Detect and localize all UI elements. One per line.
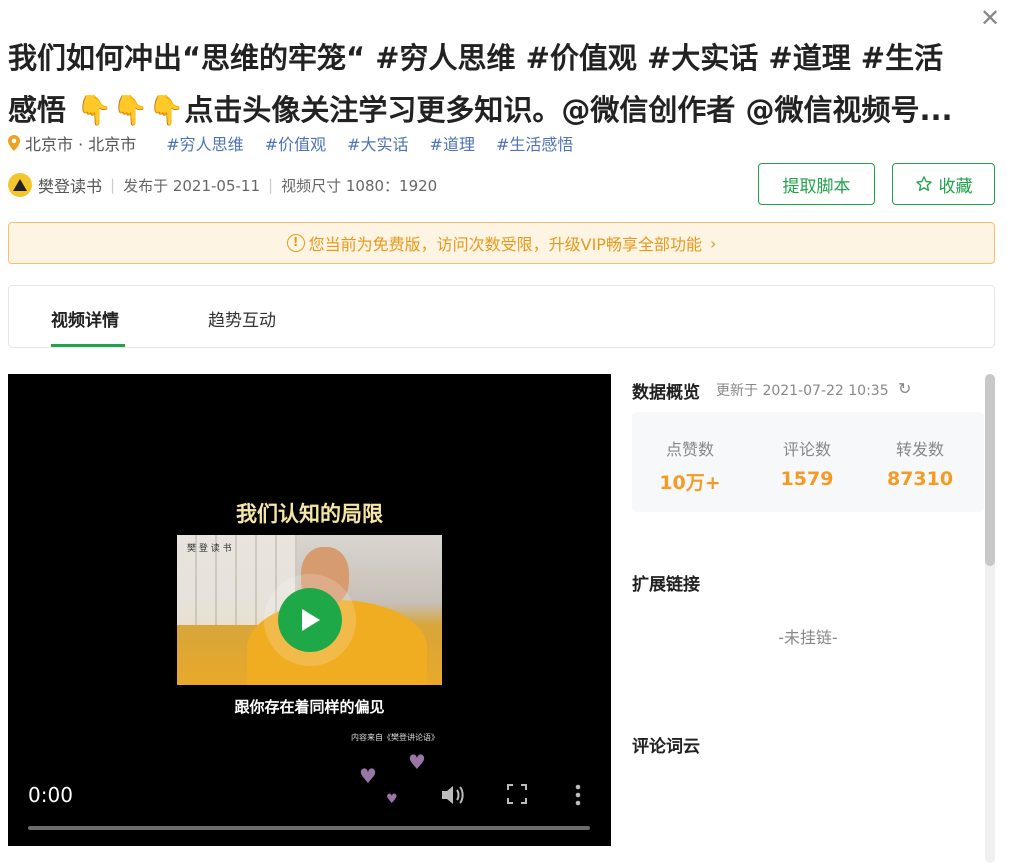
author-name[interactable]: 樊登读书	[38, 173, 102, 197]
volume-icon-svg	[442, 786, 464, 804]
stat-shares: 转发数 87310	[870, 436, 970, 490]
extension-links-empty: -未挂链-	[778, 628, 838, 647]
side-scrollbar[interactable]	[985, 374, 995, 863]
title-line-2: 感悟 👇👇👇点击头像关注学习更多知识。@微信创作者 @微信视频号...	[8, 93, 953, 127]
heart-icon: ♥	[386, 792, 398, 807]
stat-comments: 评论数 1579	[757, 436, 857, 490]
play-button[interactable]	[278, 588, 342, 652]
stat-value: 10万+	[659, 472, 721, 494]
stats-card: 点赞数 10万+ 评论数 1579 转发数 87310	[632, 412, 984, 512]
notice-text: 您当前为免费版，访问次数受限，升级VIP畅享全部功能	[308, 235, 702, 254]
comment-wordcloud-heading: 评论词云	[632, 737, 700, 757]
author-row: 樊登读书 | 发布于 2021-05-11 | 视频尺寸 1080：1920	[8, 172, 437, 198]
heart-icon: ♥	[408, 750, 426, 774]
favorite-button[interactable]: 收藏	[892, 163, 995, 205]
close-icon[interactable]: ✕	[978, 6, 1002, 30]
info-icon: !	[286, 234, 305, 252]
tab-trend-interaction[interactable]: 趋势互动	[208, 306, 276, 331]
scrollbar-thumb[interactable]	[985, 374, 995, 566]
publish-date: 发布于 2021-05-11	[123, 176, 261, 195]
more-options-icon-svg	[575, 784, 581, 806]
meta-row: 北京市 · 北京市 #穷人思维 #价值观 #大实话 #道理 #生活感悟	[8, 132, 594, 154]
tag-link[interactable]: #大实话	[347, 131, 408, 155]
favorite-label: 收藏	[938, 176, 973, 197]
progress-bar[interactable]	[28, 826, 590, 830]
play-icon	[302, 609, 320, 631]
stat-value: 1579	[780, 468, 834, 490]
location-text: 北京市 · 北京市	[25, 135, 137, 154]
tag-link[interactable]: #价值观	[265, 131, 326, 155]
stat-value: 87310	[886, 468, 954, 490]
avatar[interactable]	[8, 173, 32, 197]
video-caption-top: 我们认知的局限	[236, 502, 383, 526]
extract-script-button[interactable]: 提取脚本	[758, 163, 875, 205]
updated-time: 更新于 2021-07-22 10:35	[716, 383, 889, 399]
video-logo: 樊 登 读 书	[187, 544, 232, 554]
more-options-icon[interactable]	[574, 783, 582, 812]
refresh-icon[interactable]: ↻	[898, 379, 911, 398]
divider: |	[268, 176, 274, 194]
heart-icon: ♥	[359, 764, 377, 788]
author-logo-icon	[13, 179, 27, 191]
page-title: 我们如何冲出“思维的牢笼“ #穷人思维 #价值观 #大实话 #道理 #生活 感悟…	[8, 32, 983, 136]
video-source: 内容来自《樊登讲论语》	[351, 733, 439, 742]
fullscreen-icon[interactable]	[506, 783, 528, 810]
side-panel: 数据概览 更新于 2021-07-22 10:35 ↻ 点赞数 10万+ 评论数…	[632, 374, 984, 863]
video-caption-bottom: 跟你存在着同样的偏见	[234, 698, 385, 716]
location-pin-icon	[8, 135, 20, 151]
active-tab-indicator	[51, 344, 125, 347]
playback-time: 0:00	[28, 783, 73, 807]
video-size: 视频尺寸 1080：1920	[281, 176, 438, 195]
video-player[interactable]: 我们认知的局限 樊 登 读 书 跟你存在着同样的偏见 内容来自《樊登讲论语》 ♥…	[8, 374, 611, 846]
fullscreen-icon-svg	[507, 784, 527, 804]
overview-heading: 数据概览	[632, 383, 700, 403]
stat-label: 点赞数	[665, 440, 714, 459]
vip-notice-banner[interactable]: ! 您当前为免费版，访问次数受限，升级VIP畅享全部功能 ›	[8, 222, 995, 264]
volume-icon[interactable]	[440, 783, 466, 812]
tab-video-details[interactable]: 视频详情	[51, 306, 119, 331]
chevron-right-icon: ›	[709, 233, 717, 253]
tag-link[interactable]: #生活感悟	[496, 131, 573, 155]
stat-label: 评论数	[782, 440, 831, 459]
stat-label: 转发数	[895, 440, 944, 459]
extension-links-heading: 扩展链接	[632, 575, 700, 595]
star-icon	[915, 176, 932, 192]
tag-link[interactable]: #道理	[430, 131, 475, 155]
tab-bar: 视频详情 趋势互动	[8, 285, 995, 348]
divider: |	[110, 176, 116, 194]
title-line-1: 我们如何冲出“思维的牢笼“ #穷人思维 #价值观 #大实话 #道理 #生活	[8, 41, 944, 75]
tag-link[interactable]: #穷人思维	[166, 131, 243, 155]
stat-likes: 点赞数 10万+	[640, 436, 740, 495]
